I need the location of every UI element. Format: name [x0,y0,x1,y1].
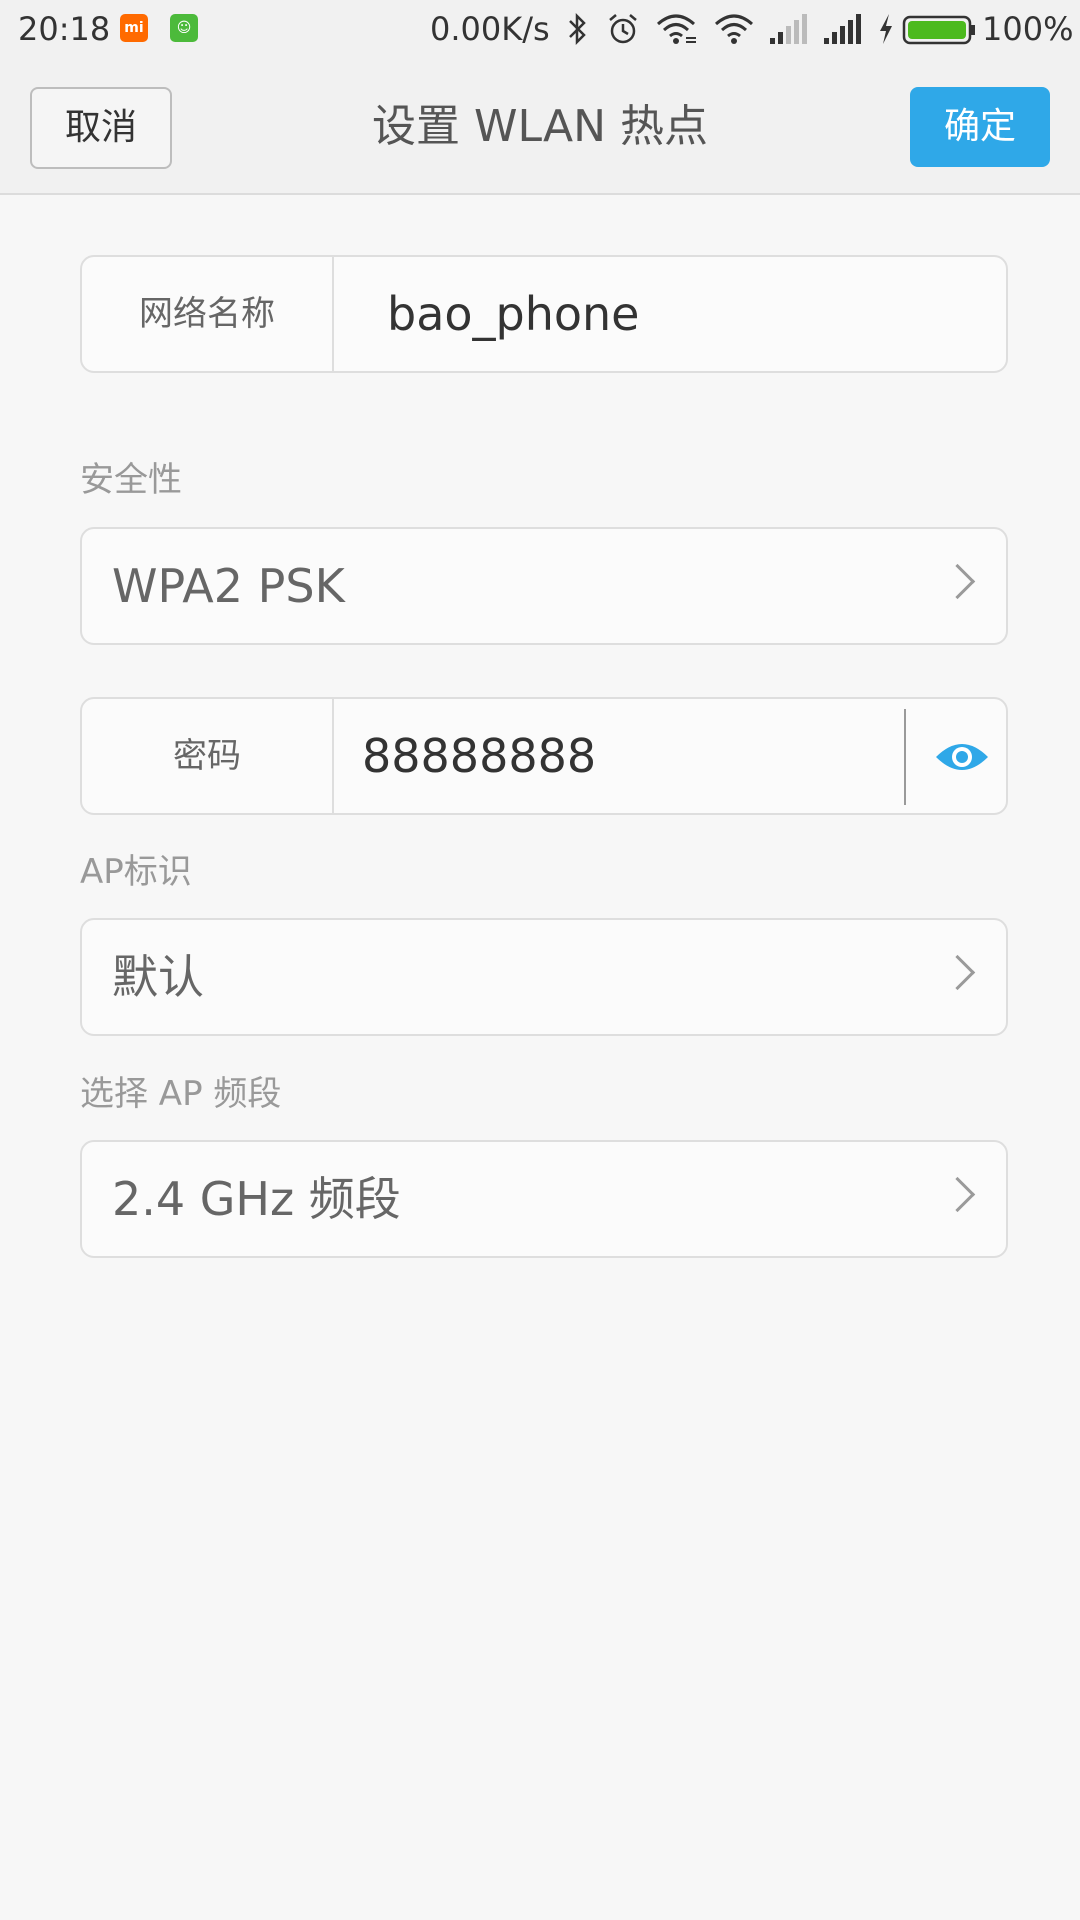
security-section-label: 安全性 [80,460,182,500]
security-value: WPA2 PSK [112,559,345,613]
signal-2-icon [822,12,862,54]
ap-band-value: 2.4 GHz 频段 [112,1172,401,1226]
battery-percent: 100% [982,10,1074,48]
ap-id-value: 默认 [112,950,204,1004]
charging-icon [876,12,896,54]
wifi-link-icon [656,12,700,54]
ap-id-selector[interactable]: 默认 [80,918,1008,1036]
network-speed: 0.00K/s [430,10,550,48]
network-name-field[interactable]: 网络名称 bao_phone [80,255,1008,373]
password-input[interactable]: 88888888 [362,699,596,813]
show-password-eye-icon[interactable] [932,727,992,787]
chevron-right-icon [939,1176,976,1213]
divider [904,709,906,805]
ap-band-selector[interactable]: 2.4 GHz 频段 [80,1140,1008,1258]
chevron-right-icon [939,954,976,991]
cancel-button[interactable]: 取消 [30,87,172,169]
ap-id-section-label: AP标识 [80,852,192,892]
wifi-icon [714,12,754,54]
network-name-label: 网络名称 [82,257,334,371]
status-bar: 20:18 mi ☺ 0.00K/s 100% [0,0,1080,60]
security-selector[interactable]: WPA2 PSK [80,527,1008,645]
alarm-icon [606,12,640,54]
chevron-right-icon [939,563,976,600]
signal-1-icon [768,12,808,54]
status-time: 20:18 [18,10,111,48]
cat-app-icon: ☺ [170,14,198,42]
battery-icon [902,12,976,54]
title-bar: 取消 设置 WLAN 热点 确定 [0,60,1080,195]
password-field[interactable]: 密码 88888888 [80,697,1008,815]
ap-band-section-label: 选择 AP 频段 [80,1074,282,1114]
password-label: 密码 [82,699,334,813]
network-name-input[interactable]: bao_phone [387,257,639,371]
confirm-button[interactable]: 确定 [910,87,1050,167]
mi-app-icon: mi [120,14,148,42]
bluetooth-icon [566,12,590,54]
